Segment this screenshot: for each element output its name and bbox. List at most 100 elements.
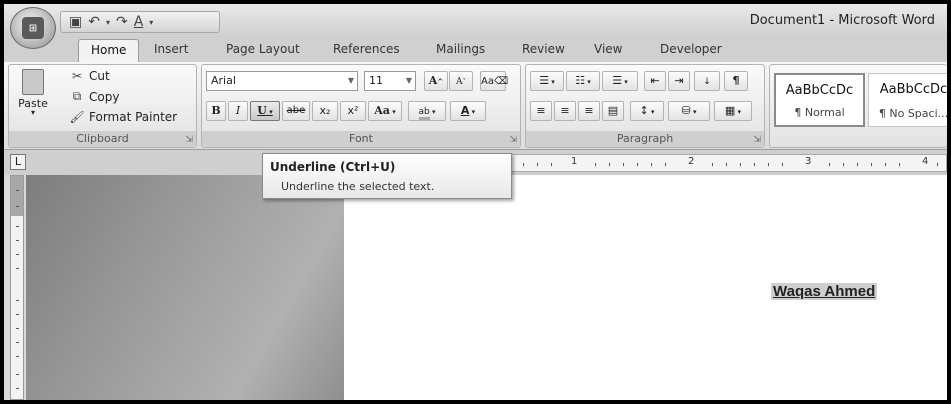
chevron-down-icon: ▾ [30,108,35,117]
ruler-tick [768,163,769,166]
ruler-tick [16,268,19,269]
bullets-icon: ☰ [539,74,550,87]
justify-button[interactable]: ▤ [602,101,624,121]
font-name-combo[interactable]: Arial ▼ [206,71,358,91]
ruler-tick [712,163,713,166]
ruler-tick [665,163,666,166]
format-painter-label: Format Painter [89,110,178,124]
ruler-tick [899,163,900,166]
ribbon-tabs: Home Insert Page Layout References Maili… [4,38,947,62]
subscript-button[interactable]: x₂ [312,101,338,121]
format-painter-button[interactable]: 🖌 Format Painter [69,110,177,124]
ruler-tick [885,163,886,166]
ruler-tick [726,163,727,166]
clipboard-group-label: Clipboard [9,131,196,147]
ruler-tick [16,206,19,207]
line-spacing-button[interactable]: ↕ ▾ [630,101,664,121]
highlight-button[interactable]: ab ▾ [408,101,446,121]
align-right-button[interactable]: ≡ [578,101,600,121]
ruler-mark: 3 [805,156,812,167]
underline-button[interactable]: U ▾ [250,101,280,121]
format-icon[interactable]: A [134,14,144,30]
ruler-tick [16,226,19,227]
borders-icon: ▦ [724,104,736,117]
tab-view[interactable]: View [594,42,622,56]
undo-dropdown-icon[interactable]: ▾ [106,18,110,27]
grow-font-button[interactable]: A^ [424,71,448,91]
shading-button[interactable]: ⛁ ▾ [668,101,710,121]
tab-selector-button[interactable]: L [10,154,26,170]
numbering-button[interactable]: ☷ ▾ [566,71,600,91]
change-case-button[interactable]: Aa ▾ [368,101,402,121]
ruler-tick [829,163,830,166]
pilcrow-icon: ¶ [732,74,740,87]
bold-button[interactable]: B [206,101,226,121]
ruler-tick [16,374,19,375]
ruler-tick [937,163,938,166]
strikethrough-button[interactable]: abe [282,101,310,121]
selected-text[interactable]: Waqas Ahmed [771,283,878,300]
vertical-ruler[interactable] [10,175,24,400]
numbering-icon: ☷ [575,74,586,87]
sort-button[interactable]: ↓ [694,71,720,91]
tab-references[interactable]: References [333,42,400,56]
style-sample: AaBbCcDc [785,83,854,98]
ruler-tick [523,163,524,166]
align-left-button[interactable]: ≡ [530,101,552,121]
font-name-value: Arial [211,74,236,87]
cut-button[interactable]: ✂ Cut [69,69,110,83]
change-case-icon: Aa [374,104,390,117]
italic-button[interactable]: I [228,101,248,121]
ruler-tick [16,342,19,343]
paste-button[interactable]: Paste ▾ [13,69,53,117]
document-page[interactable]: Waqas Ahmed [344,175,947,400]
tab-review[interactable]: Review [522,42,565,56]
superscript-button[interactable]: x² [340,101,366,121]
tab-insert[interactable]: Insert [154,42,188,56]
ruler-tick [537,163,538,166]
show-hide-button[interactable]: ¶ [724,71,748,91]
clear-formatting-button[interactable]: Aa⌫ [480,71,508,91]
underline-icon: U [257,104,267,117]
tab-developer[interactable]: Developer [660,42,722,56]
borders-button[interactable]: ▦ ▾ [714,101,752,121]
font-color-button[interactable]: A ▾ [450,101,486,121]
title-bar: ▣ ↶ ▾ ↷ A ▾ Document1 - Microsoft Word [4,4,947,38]
align-center-button[interactable]: ≡ [554,101,576,121]
ruler-mark: 2 [688,156,695,167]
undo-icon[interactable]: ↶ [88,14,100,30]
justify-icon: ▤ [607,104,619,117]
shrink-font-button[interactable]: Aˇ [449,71,473,91]
paragraph-group: ☰ ▾ ☷ ▾ ☰ ▾ ⇤ ⇥ ↓ ¶ ≡ ≡ ≡ ▤ ↕ ▾ ⛁ ▾ ▦ ▾ … [525,64,765,148]
style-no-spacing[interactable]: AaBbCcDc ¶ No Spaci... [868,73,947,127]
paragraph-launcher-icon[interactable]: ⇲ [753,135,761,145]
save-icon[interactable]: ▣ [69,14,82,30]
increase-indent-icon: ⇥ [674,74,684,87]
multilevel-list-button[interactable]: ☰ ▾ [602,71,638,91]
ruler-top-margin [11,176,23,216]
ruler-tick [16,254,19,255]
office-button[interactable]: ⊞ [10,7,56,49]
word-window: ▣ ↶ ▾ ↷ A ▾ Document1 - Microsoft Word ⊞… [4,4,947,400]
copy-button[interactable]: ⧉ Copy [69,89,120,104]
tab-mailings[interactable]: Mailings [436,42,485,56]
style-name: ¶ No Spaci... [878,107,947,120]
style-normal[interactable]: AaBbCcDc ¶ Normal [774,73,865,127]
ruler-tick [871,163,872,166]
increase-indent-button[interactable]: ⇥ [668,71,690,91]
tab-home[interactable]: Home [78,39,140,62]
decrease-indent-button[interactable]: ⇤ [644,71,666,91]
ruler-mark: 1 [571,156,578,167]
qat-customize-icon[interactable]: ▾ [149,18,153,27]
window-title: Document1 - Microsoft Word [749,13,935,28]
redo-icon[interactable]: ↷ [116,14,128,30]
font-launcher-icon[interactable]: ⇲ [509,135,517,145]
style-name: ¶ Normal [794,106,845,119]
font-size-combo[interactable]: 11 ▼ [364,71,416,91]
tab-page-layout[interactable]: Page Layout [226,42,300,56]
sort-icon: ↓ [703,77,711,87]
bullets-button[interactable]: ☰ ▾ [530,71,564,91]
ruler-tick [16,388,19,389]
clipboard-launcher-icon[interactable]: ⇲ [185,135,193,145]
ruler-tick [637,163,638,166]
